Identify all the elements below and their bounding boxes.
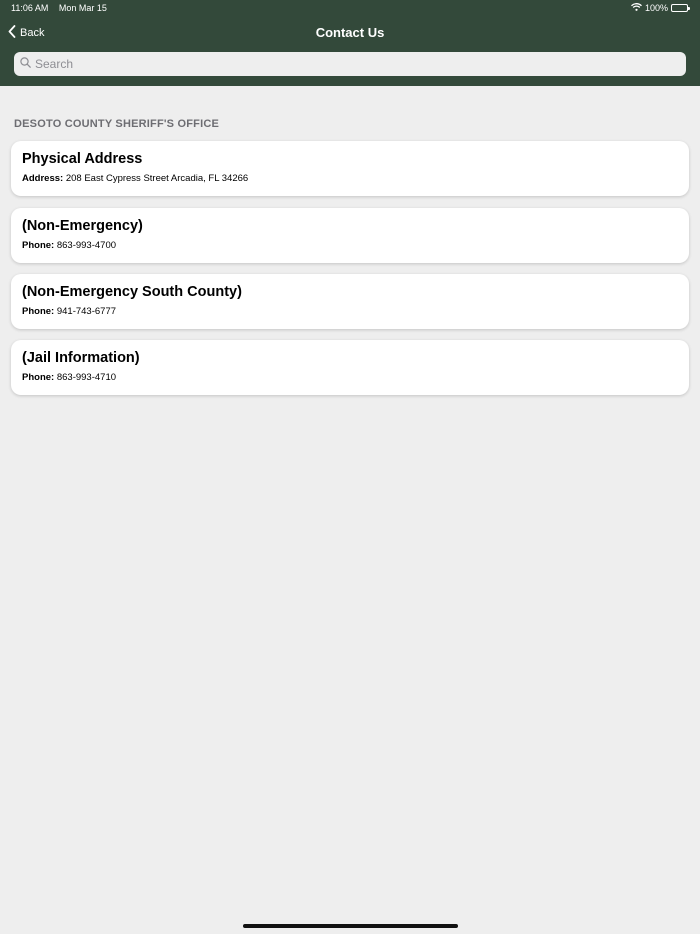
contact-title: (Non-Emergency South County) [22,284,242,300]
battery-percentage: 100% [644,3,668,13]
contact-detail-value: 863-993-4710 [56,372,117,383]
contact-detail: Phone: 863-993-4700 [22,240,678,252]
wifi-icon [631,3,642,13]
search-input[interactable] [35,57,675,71]
contact-detail: Phone: 863-993-4710 [22,372,678,384]
contact-detail: Address: 208 East Cypress Street Arcadia… [22,173,678,185]
status-time: 11:06 AM [11,3,49,13]
status-right: 100% [631,3,690,13]
contact-title: (Jail Information) [22,350,140,366]
section-header: DESOTO COUNTY SHERIFF'S OFFICE [14,118,220,130]
contact-card-non-emergency[interactable]: (Non-Emergency) Phone: 863-993-4700 [11,208,689,263]
contact-title: Physical Address [22,151,143,167]
contact-detail-value: 941-743-6777 [56,306,117,317]
home-indicator[interactable] [243,924,458,928]
contact-detail-label: Phone: [22,240,55,251]
contact-detail-label: Phone: [22,372,55,383]
battery-icon [671,4,690,12]
header: 11:06 AM Mon Mar 15 100% Back Contact Us… [0,0,700,86]
search-bar[interactable] [14,52,686,76]
status-date: Mon Mar 15 [58,3,107,13]
nav-bar: Back Contact Us [0,22,700,46]
contact-card-jail-information[interactable]: (Jail Information) Phone: 863-993-4710 [11,340,689,395]
status-left: 11:06 AM Mon Mar 15 [11,3,107,13]
contact-detail-label: Address: [22,173,64,184]
status-bar: 11:06 AM Mon Mar 15 100% [0,0,700,18]
contact-title: (Non-Emergency) [22,218,143,234]
page-title: Contact Us [315,25,385,40]
contact-detail-value: 208 East Cypress Street Arcadia, FL 3426… [65,173,249,184]
contact-detail: Phone: 941-743-6777 [22,306,678,318]
contact-card-non-emergency-south-county[interactable]: (Non-Emergency South County) Phone: 941-… [11,274,689,329]
search-icon [20,55,31,73]
contact-card-physical-address[interactable]: Physical Address Address: 208 East Cypre… [11,141,689,196]
contact-detail-label: Phone: [22,306,55,317]
contact-detail-value: 863-993-4700 [56,240,117,251]
